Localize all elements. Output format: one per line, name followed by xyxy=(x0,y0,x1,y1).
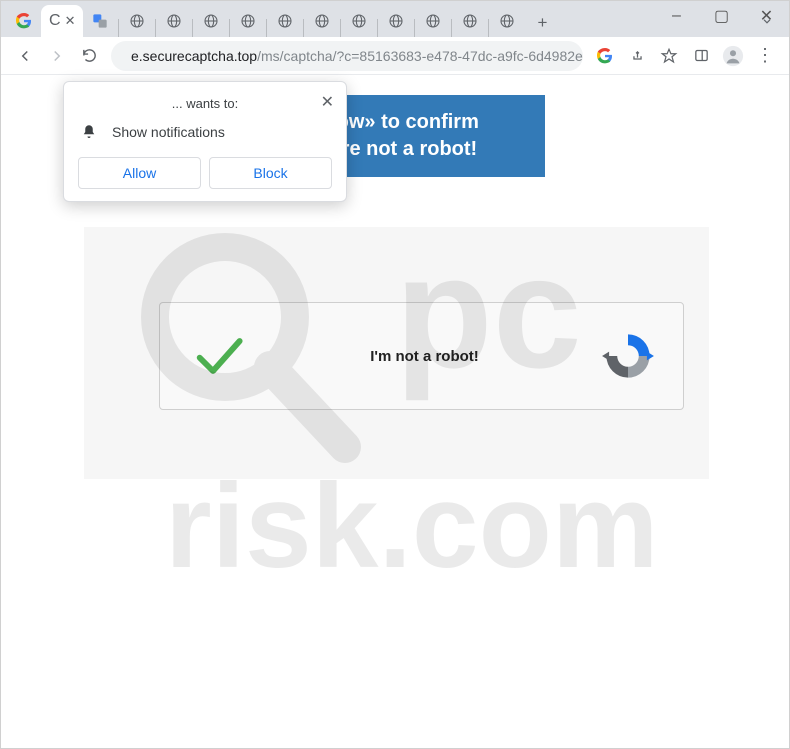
translate-icon xyxy=(92,13,108,29)
popup-close-button[interactable]: ✕ xyxy=(321,92,334,112)
star-icon xyxy=(660,47,678,65)
globe-icon xyxy=(166,13,182,29)
allow-button[interactable]: Allow xyxy=(78,157,201,189)
tab-separator xyxy=(155,19,156,37)
tab-separator xyxy=(192,19,193,37)
globe-icon xyxy=(314,13,330,29)
permission-row: Show notifications xyxy=(78,123,332,141)
tab-pinned[interactable] xyxy=(416,5,450,37)
svg-text:risk.com: risk.com xyxy=(165,459,659,593)
url-field[interactable]: e.securecaptcha.top/ms/captcha/?c=851636… xyxy=(111,41,583,71)
tab-pinned[interactable] xyxy=(120,5,154,37)
profile-icon xyxy=(722,45,744,67)
popup-title: ... wants to: xyxy=(78,96,332,111)
url-host: e.securecaptcha.top xyxy=(131,48,257,64)
tab-close-button[interactable]: ✕ xyxy=(65,13,76,29)
popup-buttons: Allow Block xyxy=(78,157,332,189)
url-path: /ms/captcha/?c=85163683-e478-47dc-a9fc-6… xyxy=(257,48,583,64)
globe-icon xyxy=(462,13,478,29)
tab-separator xyxy=(488,19,489,37)
tab-pinned[interactable] xyxy=(490,5,524,37)
page-content: I'm not a robot! xyxy=(84,227,709,479)
forward-button[interactable] xyxy=(41,40,73,72)
arrow-left-icon xyxy=(16,47,34,65)
tab-separator xyxy=(377,19,378,37)
address-bar: e.securecaptcha.top/ms/captcha/?c=851636… xyxy=(1,37,789,75)
tab-separator xyxy=(229,19,230,37)
globe-icon xyxy=(499,13,515,29)
tab-separator xyxy=(340,19,341,37)
tab-pinned[interactable] xyxy=(157,5,191,37)
tab-separator xyxy=(414,19,415,37)
window-controls: – ▢ ✕ xyxy=(654,1,789,31)
recaptcha-icon xyxy=(601,329,655,383)
tab-pinned[interactable] xyxy=(305,5,339,37)
tab-pinned[interactable] xyxy=(379,5,413,37)
share-button[interactable] xyxy=(621,40,653,72)
checkmark-icon xyxy=(188,326,248,386)
bell-icon xyxy=(80,123,98,141)
globe-icon xyxy=(203,13,219,29)
arrow-right-icon xyxy=(48,47,66,65)
maximize-button[interactable]: ▢ xyxy=(699,1,744,31)
tab-separator xyxy=(266,19,267,37)
tab-pinned[interactable] xyxy=(231,5,265,37)
tab-separator xyxy=(303,19,304,37)
tab-pinned[interactable] xyxy=(453,5,487,37)
captcha-label: I'm not a robot! xyxy=(248,348,601,365)
tab-pinned-translate[interactable] xyxy=(83,5,117,37)
tab-pinned[interactable] xyxy=(268,5,302,37)
menu-button[interactable]: ⋮ xyxy=(749,40,781,72)
globe-icon xyxy=(240,13,256,29)
tab-title: C xyxy=(49,12,61,30)
globe-icon xyxy=(351,13,367,29)
bookmark-button[interactable] xyxy=(653,40,685,72)
back-button[interactable] xyxy=(9,40,41,72)
panel-icon xyxy=(693,47,710,64)
reload-button[interactable] xyxy=(73,40,105,72)
captcha-card[interactable]: I'm not a robot! xyxy=(159,302,684,410)
tab-active[interactable]: C ✕ xyxy=(41,5,83,37)
block-button[interactable]: Block xyxy=(209,157,332,189)
browser-window: – ▢ ✕ C ✕ + xyxy=(0,0,790,749)
notification-permission-popup: ✕ ... wants to: Show notifications Allow… xyxy=(63,81,347,202)
minimize-button[interactable]: – xyxy=(654,1,699,31)
share-icon xyxy=(629,47,646,64)
tab-pinned[interactable] xyxy=(342,5,376,37)
tab-pinned[interactable] xyxy=(194,5,228,37)
tab-pinned-google[interactable] xyxy=(7,5,41,37)
new-tab-button[interactable]: + xyxy=(528,9,556,37)
profile-button[interactable] xyxy=(717,40,749,72)
tab-separator xyxy=(451,19,452,37)
side-panel-button[interactable] xyxy=(685,40,717,72)
reload-icon xyxy=(81,47,98,64)
globe-icon xyxy=(129,13,145,29)
globe-icon xyxy=(277,13,293,29)
close-window-button[interactable]: ✕ xyxy=(744,1,789,31)
globe-icon xyxy=(425,13,441,29)
google-icon xyxy=(16,13,32,29)
tab-separator xyxy=(118,19,119,37)
google-search-icon[interactable] xyxy=(589,40,621,72)
google-icon xyxy=(597,48,613,64)
globe-icon xyxy=(388,13,404,29)
permission-label: Show notifications xyxy=(112,124,225,140)
